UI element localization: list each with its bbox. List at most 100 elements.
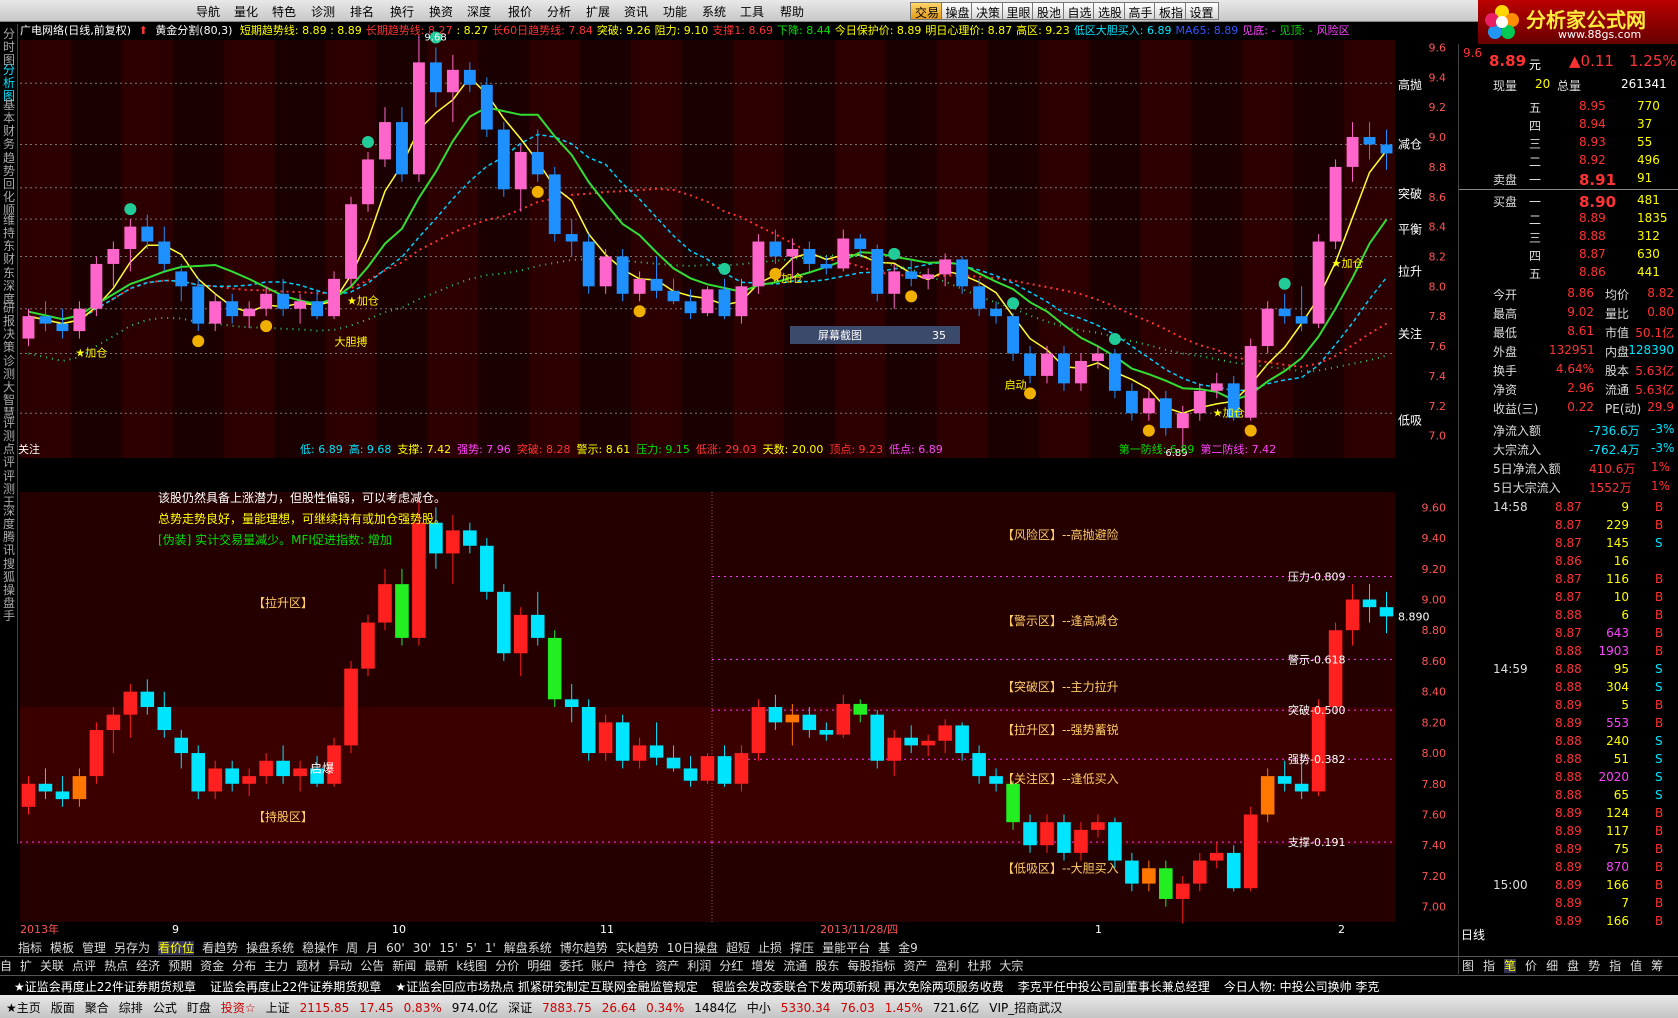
indicator-tab-19[interactable]: 超短 — [726, 941, 750, 955]
news-item-3[interactable]: 银监会发改委联合下发两项新规 再次免除两项服务收费 — [712, 980, 1004, 994]
main-candle — [1024, 353, 1036, 376]
info-tab-17[interactable]: 明细 — [527, 959, 551, 973]
info-tab-21[interactable]: 资产 — [655, 959, 679, 973]
right-tab-2[interactable]: 笔 — [1504, 959, 1517, 973]
indicator-tab-13[interactable]: 5' — [466, 941, 477, 955]
right-tab-9[interactable]: 筹 — [1651, 959, 1663, 973]
indicator-tab-0[interactable]: 指标 — [18, 941, 42, 955]
right-tab-5[interactable]: 盘 — [1567, 959, 1579, 973]
indicator-tab-24[interactable]: 金9 — [898, 941, 918, 955]
info-tab-26[interactable]: 股东 — [815, 959, 839, 973]
main-candle — [345, 204, 357, 279]
info-tab-30[interactable]: 杜邦 — [967, 959, 991, 973]
status-item-4[interactable]: 公式 — [153, 1001, 177, 1015]
main-candle — [684, 301, 697, 314]
info-tab-6[interactable]: 预期 — [168, 959, 192, 973]
indicator-tab-20[interactable]: 止损 — [758, 941, 782, 955]
right-tab-1[interactable]: 指 — [1483, 959, 1495, 973]
news-item-1[interactable]: 证监会再度止22件证券期货规章 — [210, 980, 381, 994]
indicator-tab-9[interactable]: 月 — [366, 941, 378, 955]
info-tab-27[interactable]: 每股指标 — [847, 959, 895, 973]
right-tab-6[interactable]: 势 — [1588, 959, 1600, 973]
buy-price-2: 8.88 — [1579, 229, 1606, 243]
info-tab-4[interactable]: 热点 — [104, 959, 128, 973]
info-tab-1[interactable]: 扩 — [20, 959, 32, 973]
status-item-17: 中小 — [746, 1001, 771, 1015]
info-tab-10[interactable]: 题材 — [296, 959, 320, 973]
right-tab-8[interactable]: 值 — [1630, 959, 1642, 973]
info-tab-12[interactable]: 公告 — [360, 959, 384, 973]
info-tab-31[interactable]: 大宗 — [999, 959, 1023, 973]
indicator-tab-3[interactable]: 另存为 — [114, 941, 150, 955]
info-tab-0[interactable]: 自 — [0, 959, 12, 973]
news-item-2[interactable]: ★证监会回应市场热点 抓紧研究制定互联网金融监管规定 — [395, 980, 698, 994]
info-tab-22[interactable]: 利润 — [687, 959, 711, 973]
buy-price-0: 8.90 — [1579, 193, 1617, 211]
right-tab-4[interactable]: 细 — [1546, 959, 1558, 973]
info-tab-3[interactable]: 点评 — [72, 959, 96, 973]
info-tabs: 自扩关联 点评 热点 经济 预期 资金 分布 主力 题材 异动 公告 新闻 最新 k线图 分价 明细 委托 账户持… — [0, 956, 1458, 973]
indicator-tab-11[interactable]: 30' — [413, 941, 432, 955]
info-tab-29[interactable]: 盈利 — [935, 959, 959, 973]
status-item-6[interactable]: 投资☆ — [221, 1001, 256, 1015]
right-tab-3[interactable]: 价 — [1525, 959, 1537, 973]
main-candle — [1261, 308, 1274, 347]
status-item-1[interactable]: 版面 — [51, 1001, 75, 1015]
bottom-signal-icon — [769, 267, 782, 280]
indicator-tab-7[interactable]: 稳操作 — [302, 941, 338, 955]
main-candle — [429, 62, 442, 93]
stat-item-10: 低点: 6.89 — [889, 443, 943, 456]
lower-candle — [1091, 822, 1105, 830]
tick-volume-5: 10 — [1613, 590, 1629, 604]
main-y-tick: 7.8 — [1429, 310, 1447, 323]
info-tab-5[interactable]: 经济 — [136, 959, 160, 973]
news-item-4[interactable]: 李克平任中投公司副董事长兼总经理 — [1018, 980, 1210, 994]
indicator-tab-6[interactable]: 操盘系统 — [246, 941, 294, 955]
main-candle — [1007, 316, 1019, 354]
indicator-tab-17[interactable]: 实k趋势 — [616, 941, 659, 955]
right-tab-0[interactable]: 图 — [1462, 959, 1474, 973]
chart-canvas[interactable]: 9.6 9.4 9.2 9.0 8.8 8.6 8.4 8.2 8.0 7.8 7.6 7.4 7.2 7… — [0, 0, 1458, 938]
indicator-tab-10[interactable]: 60' — [386, 941, 405, 955]
indicator-tab-21[interactable]: 撑压 — [790, 941, 814, 955]
info-tab-7[interactable]: 资金 — [200, 959, 224, 973]
indicator-tab-2[interactable]: 管理 — [82, 941, 106, 955]
main-candle — [752, 241, 765, 287]
info-tab-16[interactable]: 分价 — [495, 959, 519, 973]
indicator-tab-15[interactable]: 解盘系统 — [504, 941, 552, 955]
info-tab-19[interactable]: 账户 — [591, 959, 615, 973]
info-tab-24[interactable]: 增发 — [751, 959, 775, 973]
info-tab-11[interactable]: 异动 — [328, 959, 352, 973]
info-tab-15[interactable]: k线图 — [456, 959, 487, 973]
info-tab-14[interactable]: 最新 — [424, 959, 448, 973]
status-item-2[interactable]: 聚合 — [85, 1001, 109, 1015]
news-item-5[interactable]: 今日人物: 中投公司换帅 李克 — [1224, 980, 1380, 994]
status-item-3[interactable]: 综排 — [119, 1001, 143, 1015]
status-item-0[interactable]: ★主页 — [6, 1001, 41, 1015]
indicator-tab-4[interactable]: 看价位 — [158, 941, 195, 955]
info-tab-23[interactable]: 分红 — [719, 959, 743, 973]
indicator-tab-8[interactable]: 周 — [346, 941, 358, 955]
indicator-tab-14[interactable]: 1' — [485, 941, 496, 955]
indicator-tab-12[interactable]: 15' — [439, 941, 458, 955]
info-tab-13[interactable]: 新闻 — [392, 959, 416, 973]
bottom-signal-icon — [905, 290, 918, 303]
main-candle — [701, 289, 714, 314]
main-candle — [463, 69, 476, 85]
info-tab-8[interactable]: 分布 — [232, 959, 256, 973]
indicator-tab-23[interactable]: 基 — [878, 941, 890, 955]
info-tab-2[interactable]: 关联 — [40, 959, 64, 973]
info-tab-20[interactable]: 持仓 — [623, 959, 647, 973]
right-tab-7[interactable]: 指 — [1609, 959, 1621, 973]
status-item-5[interactable]: 盯盘 — [187, 1001, 211, 1015]
info-tab-25[interactable]: 流通 — [783, 959, 807, 973]
info-tab-28[interactable]: 资产 — [903, 959, 927, 973]
indicator-tab-1[interactable]: 模板 — [50, 941, 74, 955]
indicator-tab-16[interactable]: 博尔趋势 — [560, 941, 608, 955]
info-tab-9[interactable]: 主力 — [264, 959, 288, 973]
indicator-tab-5[interactable]: 看趋势 — [202, 941, 238, 955]
indicator-tab-18[interactable]: 10日操盘 — [667, 941, 718, 955]
indicator-tab-22[interactable]: 量能平台 — [822, 941, 870, 955]
info-tab-18[interactable]: 委托 — [559, 959, 583, 973]
news-item-0[interactable]: ★证监会再度止22件证券期货规章 — [14, 980, 196, 994]
